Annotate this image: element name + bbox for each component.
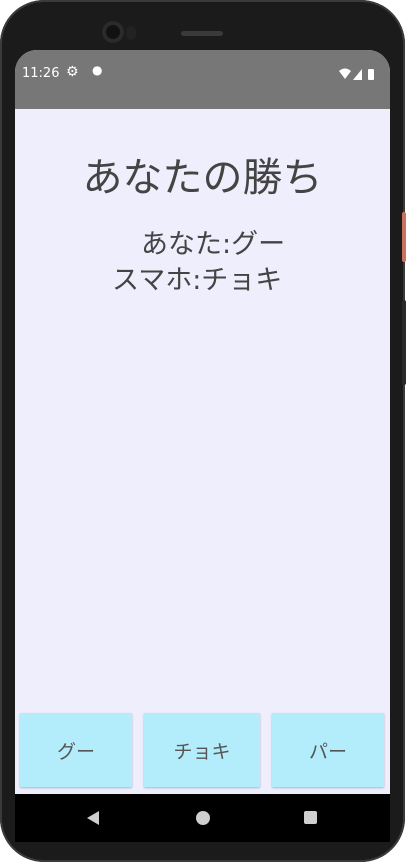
volume-button (402, 300, 406, 385)
app-screen: 11:26 ⚙ ● あなたの勝ち あなた:グー スマホ:チョキ グー チョキ パ… (15, 50, 390, 830)
gu-button[interactable]: グー (20, 713, 132, 787)
result-text: あなたの勝ち (82, 155, 323, 201)
front-camera (102, 21, 124, 43)
status-time: 11:26 (22, 66, 60, 81)
navigation-bar (15, 794, 390, 842)
dot-icon: ● (92, 63, 103, 77)
choki-button[interactable]: チョキ (144, 713, 260, 787)
pa-button[interactable]: パー (272, 713, 384, 787)
wifi-icon (339, 68, 351, 79)
gear-icon: ⚙ (66, 64, 79, 80)
power-button (402, 212, 406, 262)
status-bar: 11:26 ⚙ ● (15, 50, 390, 109)
phone-frame: 11:26 ⚙ ● あなたの勝ち あなた:グー スマホ:チョキ グー チョキ パ… (0, 0, 406, 862)
phone-choice-text: スマホ:チョキ (112, 265, 283, 296)
battery-icon (368, 69, 374, 80)
status-icons (339, 68, 374, 80)
player-choice-text: あなた:グー (141, 229, 286, 260)
back-icon[interactable] (87, 811, 99, 825)
earpiece-speaker (181, 31, 223, 36)
proximity-sensor (126, 26, 136, 40)
home-icon[interactable] (196, 811, 210, 825)
recents-icon[interactable] (304, 811, 317, 824)
signal-icon (353, 69, 362, 80)
